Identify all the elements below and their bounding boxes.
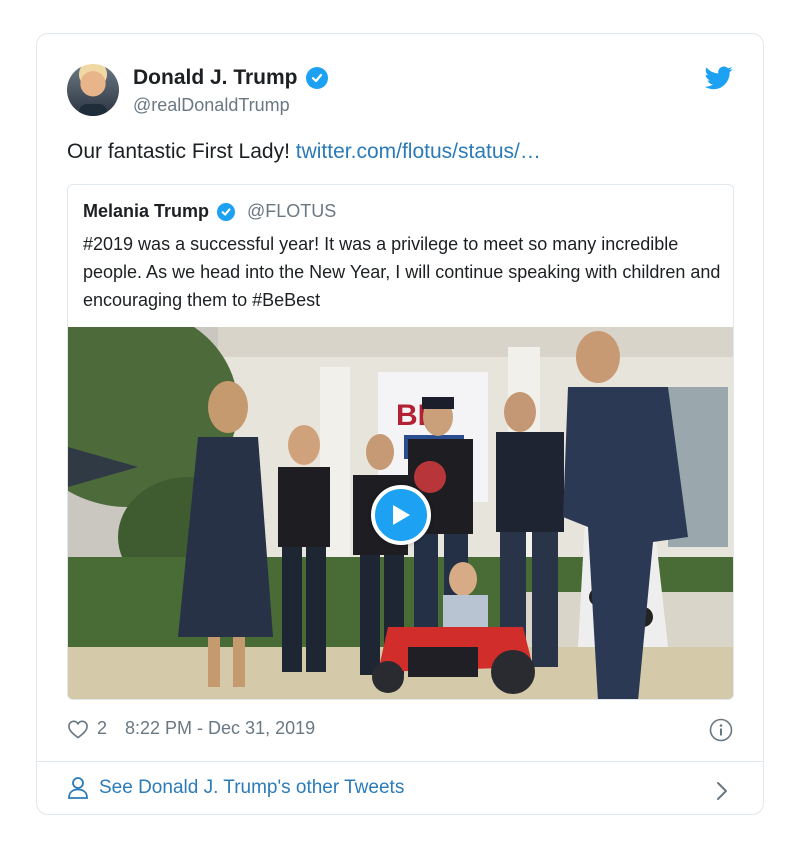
- play-button[interactable]: [371, 485, 431, 545]
- author-name[interactable]: Donald J. Trump: [133, 66, 298, 90]
- verified-badge-icon: [305, 67, 328, 89]
- heart-icon[interactable]: [67, 719, 89, 739]
- tweet-body: Our fantastic First Lady!: [67, 140, 290, 163]
- quoted-author-handle: @FLOTUS: [247, 201, 337, 221]
- author-handle[interactable]: @realDonaldTrump: [133, 95, 290, 116]
- chevron-right-icon[interactable]: [715, 780, 729, 802]
- quoted-tweet[interactable]: Melania Trump @FLOTUS #2019 was a succes…: [67, 184, 734, 700]
- author-avatar[interactable]: [67, 64, 119, 116]
- video-thumbnail[interactable]: BE: [68, 327, 733, 699]
- see-other-tweets-link[interactable]: See Donald J. Trump's other Tweets: [67, 776, 404, 800]
- embedded-tweet-card: Donald J. Trump @realDonaldTrump Our fan…: [36, 33, 764, 815]
- tweet-meta: 2 8:22 PM - Dec 31, 2019: [67, 718, 315, 739]
- play-icon: [393, 505, 410, 525]
- quoted-author-name: Melania Trump: [83, 201, 210, 221]
- person-icon: [68, 777, 88, 799]
- like-count[interactable]: 2: [97, 718, 107, 739]
- divider: [37, 761, 763, 762]
- info-icon[interactable]: [709, 718, 733, 742]
- twitter-bird-icon[interactable]: [705, 66, 733, 90]
- author-name-row[interactable]: Donald J. Trump: [133, 66, 328, 90]
- quoted-tweet-text: #2019 was a successful year! It was a pr…: [83, 234, 721, 310]
- tweet-timestamp[interactable]: 8:22 PM - Dec 31, 2019: [125, 718, 315, 739]
- see-other-tweets-label[interactable]: See Donald J. Trump's other Tweets: [99, 777, 404, 799]
- tweet-link[interactable]: twitter.com/flotus/status/…: [296, 140, 541, 163]
- tweet-text: Our fantastic First Lady! twitter.com/fl…: [67, 140, 541, 164]
- quoted-tweet-header: Melania Trump @FLOTUS: [83, 201, 336, 222]
- verified-badge-icon: [217, 202, 236, 221]
